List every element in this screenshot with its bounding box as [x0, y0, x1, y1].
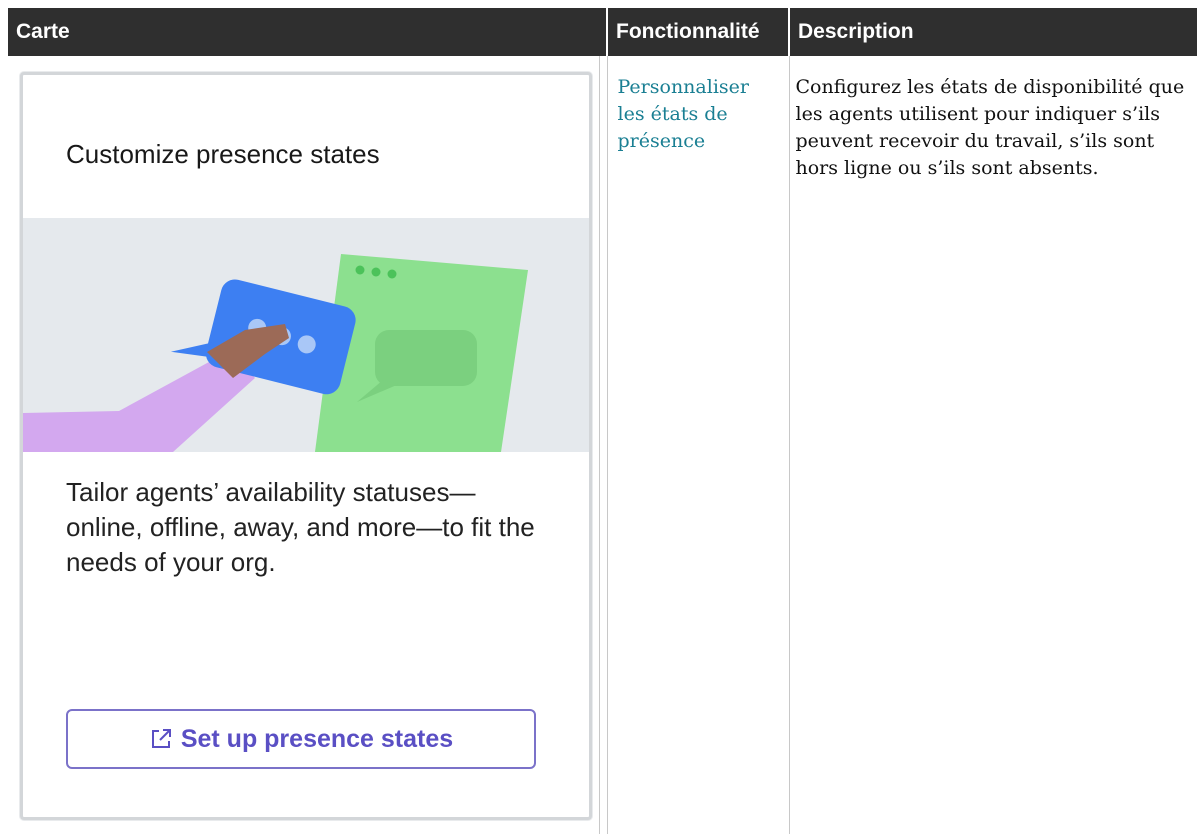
presence-card: Customize presence states Tailor agents’…: [20, 72, 592, 820]
table-header-row: Carte Fonctionnalité Description: [8, 8, 1197, 56]
chat-illustration-icon: [23, 254, 528, 452]
external-link-icon: [149, 727, 173, 751]
feature-description: Configurez les états de disponibilité qu…: [795, 76, 1185, 179]
card-cell: Customize presence states Tailor agents’…: [8, 56, 607, 834]
card-title: Customize presence states: [66, 139, 380, 169]
feature-table: Carte Fonctionnalité Description Customi…: [8, 8, 1197, 834]
header-card: Carte: [8, 8, 608, 56]
header-description: Description: [789, 8, 1197, 56]
header-feature: Fonctionnalité: [607, 8, 790, 56]
setup-presence-states-button[interactable]: Set up presence states: [66, 709, 536, 769]
description-cell: Configurez les états de disponibilité qu…: [788, 56, 1197, 834]
setup-presence-states-label: Set up presence states: [180, 724, 454, 753]
feature-cell: Personnaliser les états de présence: [606, 56, 789, 834]
card-body: Tailor agents’ availability statuses—onl…: [66, 477, 535, 577]
card-illustration: [23, 218, 589, 452]
table-row: Customize presence states Tailor agents’…: [8, 56, 1197, 834]
feature-link-presence-states[interactable]: Personnaliser les états de présence: [608, 56, 789, 155]
